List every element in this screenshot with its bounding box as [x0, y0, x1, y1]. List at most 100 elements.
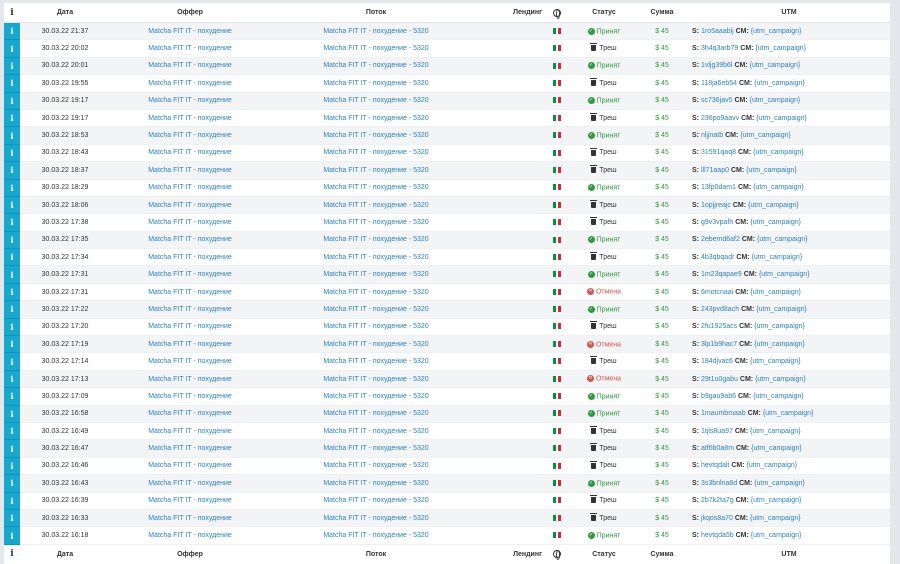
row-info-button[interactable]: i: [4, 526, 20, 545]
row-stream-link[interactable]: Matcha FIT IT - похудение - 5320: [323, 236, 428, 243]
status-column-footer[interactable]: Статус: [572, 543, 636, 564]
utm-s-value[interactable]: 3s3bnlna8d: [701, 480, 737, 487]
utm-s-value[interactable]: 1ro5aaabij: [701, 28, 734, 35]
utm-s-value[interactable]: lll71aap0: [701, 167, 729, 174]
offer-column-footer[interactable]: Оффер: [110, 543, 270, 564]
utm-cm-value[interactable]: {utm_campaign}: [751, 497, 802, 504]
utm-cm-value[interactable]: {utm_campaign}: [754, 341, 805, 348]
row-stream-link[interactable]: Matcha FIT IT - похудение - 5320: [323, 532, 428, 539]
utm-s-value[interactable]: sc736jav5: [701, 97, 733, 104]
geo-column-footer[interactable]: [542, 543, 572, 564]
row-info-button[interactable]: i: [4, 39, 20, 58]
row-info-button[interactable]: i: [4, 335, 20, 354]
date-column-footer[interactable]: Дата: [20, 543, 110, 564]
utm-cm-value[interactable]: {utm_campaign}: [750, 358, 801, 365]
row-stream-link[interactable]: Matcha FIT IT - похудение - 5320: [323, 132, 428, 139]
row-offer-link[interactable]: Matcha FIT IT - похудение: [148, 428, 232, 435]
row-info-button[interactable]: i: [4, 318, 20, 337]
utm-cm-value[interactable]: {utm_campaign}: [753, 393, 804, 400]
row-offer-link[interactable]: Matcha FIT IT - похудение: [148, 376, 232, 383]
utm-s-value[interactable]: 236po9aavv: [701, 115, 739, 122]
utm-s-value[interactable]: jkqos8a70: [701, 515, 733, 522]
row-info-button[interactable]: i: [4, 248, 20, 267]
row-stream-link[interactable]: Matcha FIT IT - похудение - 5320: [323, 45, 428, 52]
sum-column-header[interactable]: Сумма: [636, 3, 688, 23]
row-info-button[interactable]: i: [4, 387, 20, 406]
utm-cm-value[interactable]: {utm_campaign}: [748, 202, 799, 209]
row-info-button[interactable]: i: [4, 439, 20, 458]
row-stream-link[interactable]: Matcha FIT IT - похудение - 5320: [323, 358, 428, 365]
row-offer-link[interactable]: Matcha FIT IT - похудение: [148, 289, 232, 296]
row-info-button[interactable]: i: [4, 74, 20, 93]
utm-cm-value[interactable]: {utm_campaign}: [756, 115, 807, 122]
row-offer-link[interactable]: Matcha FIT IT - похудение: [148, 306, 232, 313]
utm-cm-value[interactable]: {utm_campaign}: [757, 236, 808, 243]
utm-s-value[interactable]: 29t1u0gabu: [701, 376, 738, 383]
row-offer-link[interactable]: Matcha FIT IT - похудение: [148, 445, 232, 452]
row-offer-link[interactable]: Matcha FIT IT - похудение: [148, 497, 232, 504]
row-stream-link[interactable]: Matcha FIT IT - похудение - 5320: [323, 28, 428, 35]
row-info-button[interactable]: i: [4, 92, 20, 110]
utm-s-value[interactable]: 243pvd8ach: [701, 306, 739, 313]
utm-cm-value[interactable]: {utm_campaign}: [750, 515, 801, 522]
row-offer-link[interactable]: Matcha FIT IT - похудение: [148, 410, 232, 417]
utm-cm-value[interactable]: {utm_campaign}: [753, 184, 804, 191]
row-offer-link[interactable]: Matcha FIT IT - похудение: [148, 480, 232, 487]
utm-cm-value[interactable]: {utm_campaign}: [750, 97, 801, 104]
row-offer-link[interactable]: Matcha FIT IT - похудение: [148, 358, 232, 365]
row-info-button[interactable]: i: [4, 144, 20, 163]
utm-s-value[interactable]: hevtqdalt: [701, 462, 729, 469]
sum-column-footer[interactable]: Сумма: [636, 543, 688, 564]
row-stream-link[interactable]: Matcha FIT IT - похудение - 5320: [323, 376, 428, 383]
utm-s-value[interactable]: 2b7k2ta7g: [701, 497, 734, 504]
utm-s-value[interactable]: 2fu1925acs: [701, 323, 737, 330]
row-info-button[interactable]: i: [4, 265, 20, 284]
utm-cm-value[interactable]: {utm_campaign}: [756, 306, 807, 313]
utm-s-value[interactable]: 1opjjreajc: [701, 202, 731, 209]
row-stream-link[interactable]: Matcha FIT IT - похудение - 5320: [323, 410, 428, 417]
utm-s-value[interactable]: 1vljg39b6l: [701, 62, 733, 69]
row-info-button[interactable]: i: [4, 509, 20, 528]
date-column-header[interactable]: Дата: [20, 3, 110, 23]
row-info-button[interactable]: i: [4, 283, 20, 302]
stream-column-header[interactable]: Поток: [270, 3, 482, 23]
utm-s-value[interactable]: 118ja6eb54: [701, 80, 737, 87]
utm-cm-value[interactable]: {utm_campaign}: [750, 62, 801, 69]
row-offer-link[interactable]: Matcha FIT IT - похудение: [148, 45, 232, 52]
row-info-button[interactable]: i: [4, 231, 20, 250]
row-info-button[interactable]: i: [4, 213, 20, 232]
row-offer-link[interactable]: Matcha FIT IT - похудение: [148, 80, 232, 87]
row-info-button[interactable]: i: [4, 474, 20, 493]
row-stream-link[interactable]: Matcha FIT IT - похудение - 5320: [323, 254, 428, 261]
row-info-button[interactable]: i: [4, 405, 20, 423]
row-offer-link[interactable]: Matcha FIT IT - похудение: [148, 184, 232, 191]
row-info-button[interactable]: i: [4, 422, 20, 441]
utm-column-header[interactable]: UTM: [688, 3, 890, 23]
row-stream-link[interactable]: Matcha FIT IT - похудение - 5320: [323, 149, 428, 156]
stream-column-footer[interactable]: Поток: [270, 543, 482, 564]
utm-s-value[interactable]: 1tjls8ua97: [701, 428, 733, 435]
row-stream-link[interactable]: Matcha FIT IT - похудение - 5320: [323, 167, 428, 174]
row-stream-link[interactable]: Matcha FIT IT - похудение - 5320: [323, 497, 428, 504]
utm-s-value[interactable]: 13fp0dam1: [701, 184, 736, 191]
row-stream-link[interactable]: Matcha FIT IT - похудение - 5320: [323, 462, 428, 469]
row-info-button[interactable]: i: [4, 161, 20, 180]
row-offer-link[interactable]: Matcha FIT IT - похудение: [148, 341, 232, 348]
utm-cm-value[interactable]: {utm_campaign}: [746, 167, 797, 174]
row-info-button[interactable]: i: [4, 22, 20, 41]
utm-s-value[interactable]: 4b3qbqadr: [701, 254, 734, 261]
row-stream-link[interactable]: Matcha FIT IT - похудение - 5320: [323, 445, 428, 452]
utm-s-value[interactable]: atf6b0a8m: [701, 445, 734, 452]
utm-cm-value[interactable]: {utm_campaign}: [750, 428, 801, 435]
utm-cm-value[interactable]: {utm_campaign}: [754, 480, 805, 487]
utm-cm-value[interactable]: {utm_campaign}: [754, 323, 805, 330]
row-info-button[interactable]: i: [4, 126, 20, 145]
utm-s-value[interactable]: hevtqda5b: [701, 532, 734, 539]
row-offer-link[interactable]: Matcha FIT IT - похудение: [148, 393, 232, 400]
landing-column-footer[interactable]: Лендинг: [482, 543, 542, 564]
utm-s-value[interactable]: b9gau9ab6: [701, 393, 736, 400]
utm-cm-value[interactable]: {utm_campaign}: [751, 532, 802, 539]
row-stream-link[interactable]: Matcha FIT IT - похудение - 5320: [323, 341, 428, 348]
row-offer-link[interactable]: Matcha FIT IT - похудение: [148, 28, 232, 35]
utm-cm-value[interactable]: {utm_campaign}: [740, 132, 791, 139]
